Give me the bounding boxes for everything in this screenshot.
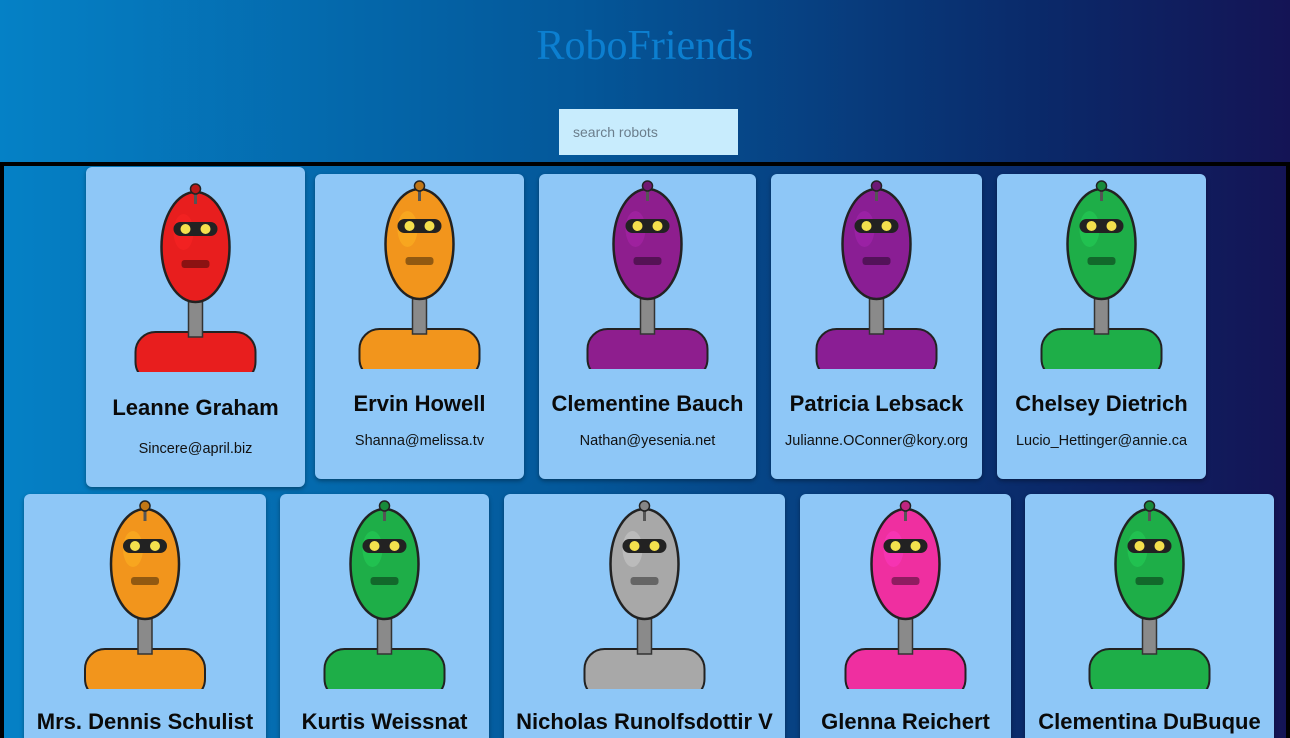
orange-robot-icon	[358, 180, 481, 369]
robot-card[interactable]: Mrs. Dennis Schulist	[24, 494, 266, 738]
robot-card[interactable]: Clementine Bauch Nathan@yesenia.net	[539, 174, 756, 479]
robot-email: Shanna@melissa.tv	[354, 433, 485, 449]
robot-name: Ervin Howell	[353, 391, 486, 416]
card-list-scroll-area[interactable]: Leanne Graham Sincere@april.biz Ervin How…	[0, 162, 1290, 738]
green-robot-icon	[323, 500, 446, 689]
robot-email: Julianne.OConner@kory.org	[785, 433, 968, 449]
robot-card[interactable]: Nicholas Runolfsdottir V	[504, 494, 785, 738]
red-robot-icon	[134, 183, 257, 372]
robot-card[interactable]: Chelsey Dietrich Lucio_Hettinger@annie.ca	[997, 174, 1206, 479]
robot-card[interactable]: Patricia Lebsack Julianne.OConner@kory.or…	[771, 174, 982, 479]
robot-card[interactable]: Glenna Reichert	[800, 494, 1011, 738]
pink-robot-icon	[844, 500, 967, 689]
robot-name: Chelsey Dietrich	[1015, 391, 1188, 416]
robot-card[interactable]: Kurtis Weissnat	[280, 494, 489, 738]
purple-robot-icon	[815, 180, 938, 369]
robot-card[interactable]: Clementina DuBuque	[1025, 494, 1274, 738]
robot-name: Clementine Bauch	[551, 391, 744, 416]
app-title: RoboFriends	[536, 23, 754, 69]
robot-card[interactable]: Ervin Howell Shanna@melissa.tv	[315, 174, 524, 479]
purple-robot-icon	[586, 180, 709, 369]
status-bar-fragment	[0, 728, 1290, 738]
robot-name: Patricia Lebsack	[789, 391, 964, 416]
robot-name: Leanne Graham	[112, 395, 279, 420]
robot-email: Sincere@april.biz	[138, 441, 253, 457]
robot-email: Lucio_Hettinger@annie.ca	[1015, 433, 1188, 449]
orange-robot-icon	[84, 500, 206, 689]
green-robot-icon	[1040, 180, 1163, 369]
gray-robot-icon	[583, 500, 706, 689]
search-input[interactable]	[559, 109, 738, 155]
robot-card[interactable]: Leanne Graham Sincere@april.biz	[86, 167, 305, 487]
robot-email: Nathan@yesenia.net	[579, 433, 716, 449]
green-robot-icon	[1088, 500, 1211, 689]
